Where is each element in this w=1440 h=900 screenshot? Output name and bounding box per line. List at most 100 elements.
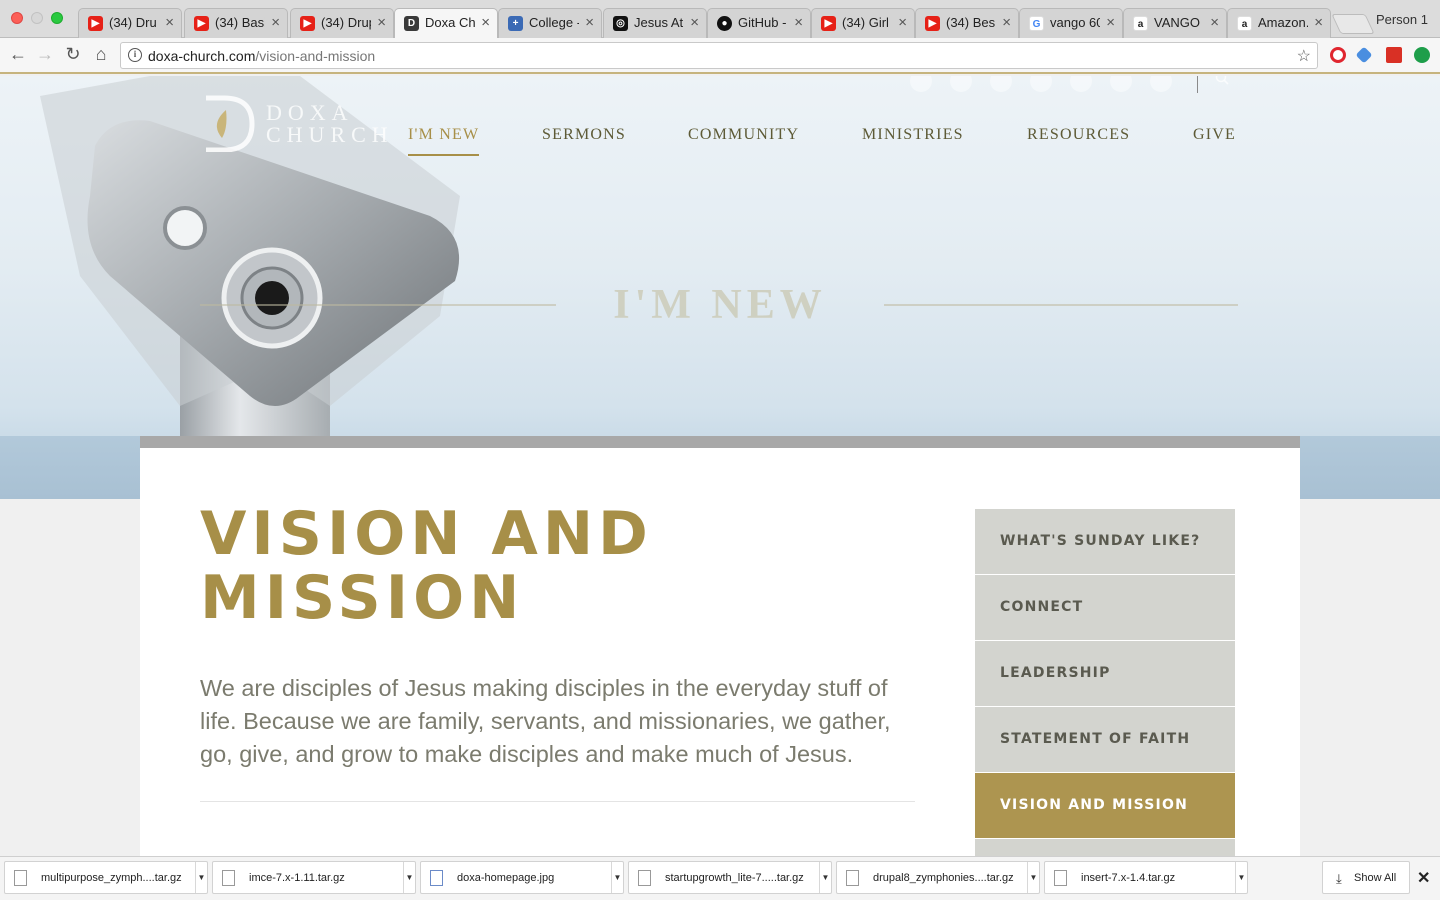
download-item[interactable]: imce-7.x-1.11.tar.gz ▼ [212, 861, 416, 894]
profile-button[interactable]: Person 1 [1376, 12, 1428, 27]
vimeo-icon[interactable] [1110, 76, 1132, 92]
tab-title: Doxa Chu [425, 15, 475, 30]
tab-close-icon[interactable]: × [690, 14, 699, 31]
tab-close-icon[interactable]: × [481, 14, 490, 31]
browser-tab-active[interactable]: D Doxa Chu × [394, 8, 498, 39]
browser-tab[interactable]: a Amazon. × [1227, 8, 1331, 38]
tab-title: Jesus At [634, 15, 684, 30]
nav-item-give[interactable]: GIVE [1193, 126, 1236, 154]
content-divider [200, 801, 915, 802]
sidebar-item-vision-and-mission[interactable]: VISION AND MISSION [975, 773, 1235, 839]
browser-tab[interactable]: ▶ (34) Girl × [811, 8, 915, 38]
doxa-logo-icon [206, 95, 255, 152]
search-icon[interactable] [1214, 76, 1230, 86]
zoom-window-button[interactable] [51, 12, 63, 24]
back-arrow-icon[interactable]: ← [7, 44, 29, 65]
content-card: VISION AND MISSION We are disciples of J… [140, 436, 1300, 856]
tab-close-icon[interactable]: × [898, 14, 907, 31]
close-shelf-icon[interactable]: ✕ [1417, 868, 1430, 888]
youtube-icon: ▶ [194, 16, 209, 31]
tab-close-icon[interactable]: × [165, 14, 174, 31]
download-item[interactable]: drupal8_zymphonies....tar.gz ▼ [836, 861, 1040, 894]
download-item[interactable]: doxa-homepage.jpg ▼ [420, 861, 624, 894]
browser-tab[interactable]: ▶ (34) Bes × [915, 8, 1019, 38]
tab-title: Amazon. [1258, 15, 1308, 30]
tab-close-icon[interactable]: × [1002, 14, 1011, 31]
logo-line-1: DOXA [266, 100, 354, 125]
chevron-down-icon[interactable]: ▼ [1235, 862, 1247, 893]
minimize-window-button[interactable] [31, 12, 43, 24]
browser-tab[interactable]: ▶ (34) Basi × [184, 8, 288, 38]
sidebar-item-whats-sunday-like[interactable]: WHAT'S SUNDAY LIKE? [975, 509, 1235, 575]
browser-tab[interactable]: ● GitHub - × [707, 8, 811, 38]
chevron-down-icon[interactable]: ▼ [819, 862, 831, 893]
tab-title: (34) Basi [215, 15, 265, 30]
browser-tab[interactable]: + College - × [498, 8, 602, 38]
youtube-social-icon[interactable] [1070, 76, 1092, 92]
download-item[interactable]: startupgrowth_lite-7.....tar.gz ▼ [628, 861, 832, 894]
google-icon: G [1029, 16, 1044, 31]
download-filename: insert-7.x-1.4.tar.gz [1081, 872, 1176, 884]
sidebar-item-more[interactable] [975, 839, 1235, 856]
browser-tab[interactable]: a VANGO ( × [1123, 8, 1227, 38]
url-host: doxa-church.com [148, 48, 256, 64]
tab-close-icon[interactable]: × [377, 14, 386, 31]
home-icon[interactable]: ⌂ [90, 44, 112, 65]
close-window-button[interactable] [11, 12, 23, 24]
tab-close-icon[interactable]: × [794, 14, 803, 31]
nav-item-sermons[interactable]: SERMONS [542, 126, 626, 154]
new-tab-button[interactable] [1331, 14, 1375, 34]
chevron-down-icon[interactable]: ▼ [1027, 862, 1039, 893]
site-info-icon[interactable]: i [128, 48, 142, 62]
site-logo[interactable]: DOXA CHURCH [200, 92, 400, 152]
browser-tab-strip: ▶ (34) Dru × ▶ (34) Basi × ▶ (34) Drup ×… [0, 0, 1440, 39]
nav-item-resources[interactable]: RESOURCES [1027, 126, 1130, 154]
bookmark-star-icon[interactable]: ☆ [1297, 46, 1311, 66]
nav-item-im-new[interactable]: I'M NEW [408, 126, 480, 156]
forward-arrow-icon[interactable]: → [34, 44, 56, 65]
social-links [910, 76, 1200, 92]
nav-item-ministries[interactable]: MINISTRIES [862, 126, 964, 154]
sidebar-item-statement-of-faith[interactable]: STATEMENT OF FAITH [975, 707, 1235, 773]
header-divider [1197, 76, 1198, 93]
tab-title: (34) Drup [321, 15, 371, 30]
tab-close-icon[interactable]: × [1314, 14, 1323, 31]
sidebar-item-leadership[interactable]: LEADERSHIP [975, 641, 1235, 707]
reload-icon[interactable]: ↻ [62, 44, 84, 65]
logo-wordmark: DOXA CHURCH [266, 102, 394, 146]
github-icon: ● [717, 16, 732, 31]
sidebar-item-connect[interactable]: CONNECT [975, 575, 1235, 641]
extension-badge-icon[interactable] [1386, 47, 1402, 63]
address-bar[interactable]: i doxa-church.com/vision-and-mission ☆ [120, 42, 1318, 69]
tab-close-icon[interactable]: × [1210, 14, 1219, 31]
tab-close-icon[interactable]: × [1106, 14, 1115, 31]
file-icon [1054, 870, 1067, 886]
podcast-icon[interactable] [1030, 76, 1052, 92]
page-title: VISION AND MISSION [200, 499, 653, 633]
download-item[interactable]: insert-7.x-1.4.tar.gz ▼ [1044, 861, 1248, 894]
intro-paragraph: We are disciples of Jesus making discipl… [200, 675, 891, 767]
instagram-icon[interactable] [950, 76, 972, 92]
twitter-icon[interactable] [990, 76, 1012, 92]
browser-toolbar: ← → ↻ ⌂ i doxa-church.com/vision-and-mis… [0, 38, 1440, 74]
tab-title: (34) Bes [946, 15, 996, 30]
chevron-down-icon[interactable]: ▼ [611, 862, 623, 893]
chevron-down-icon[interactable]: ▼ [195, 862, 207, 893]
browser-tab[interactable]: ▶ (34) Drup × [290, 8, 394, 38]
facebook-icon[interactable] [910, 76, 932, 92]
download-item[interactable]: multipurpose_zymph....tar.gz ▼ [4, 861, 208, 894]
tab-close-icon[interactable]: × [271, 14, 280, 31]
show-all-downloads-button[interactable]: ⤓ Show All [1322, 861, 1410, 894]
email-icon[interactable] [1150, 76, 1172, 92]
opera-extension-icon[interactable] [1330, 47, 1346, 63]
college-icon: + [508, 16, 523, 31]
browser-tab[interactable]: G vango 60 × [1019, 8, 1123, 38]
nav-item-community[interactable]: COMMUNITY [688, 126, 799, 154]
browser-tab[interactable]: ▶ (34) Dru × [78, 8, 182, 38]
chevron-down-icon[interactable]: ▼ [403, 862, 415, 893]
tab-title: GitHub - [738, 15, 787, 30]
browser-tab[interactable]: ◎ Jesus At × [603, 8, 707, 38]
tab-close-icon[interactable]: × [585, 14, 594, 31]
green-extension-icon[interactable] [1414, 47, 1430, 63]
diamond-extension-icon[interactable] [1355, 46, 1373, 64]
